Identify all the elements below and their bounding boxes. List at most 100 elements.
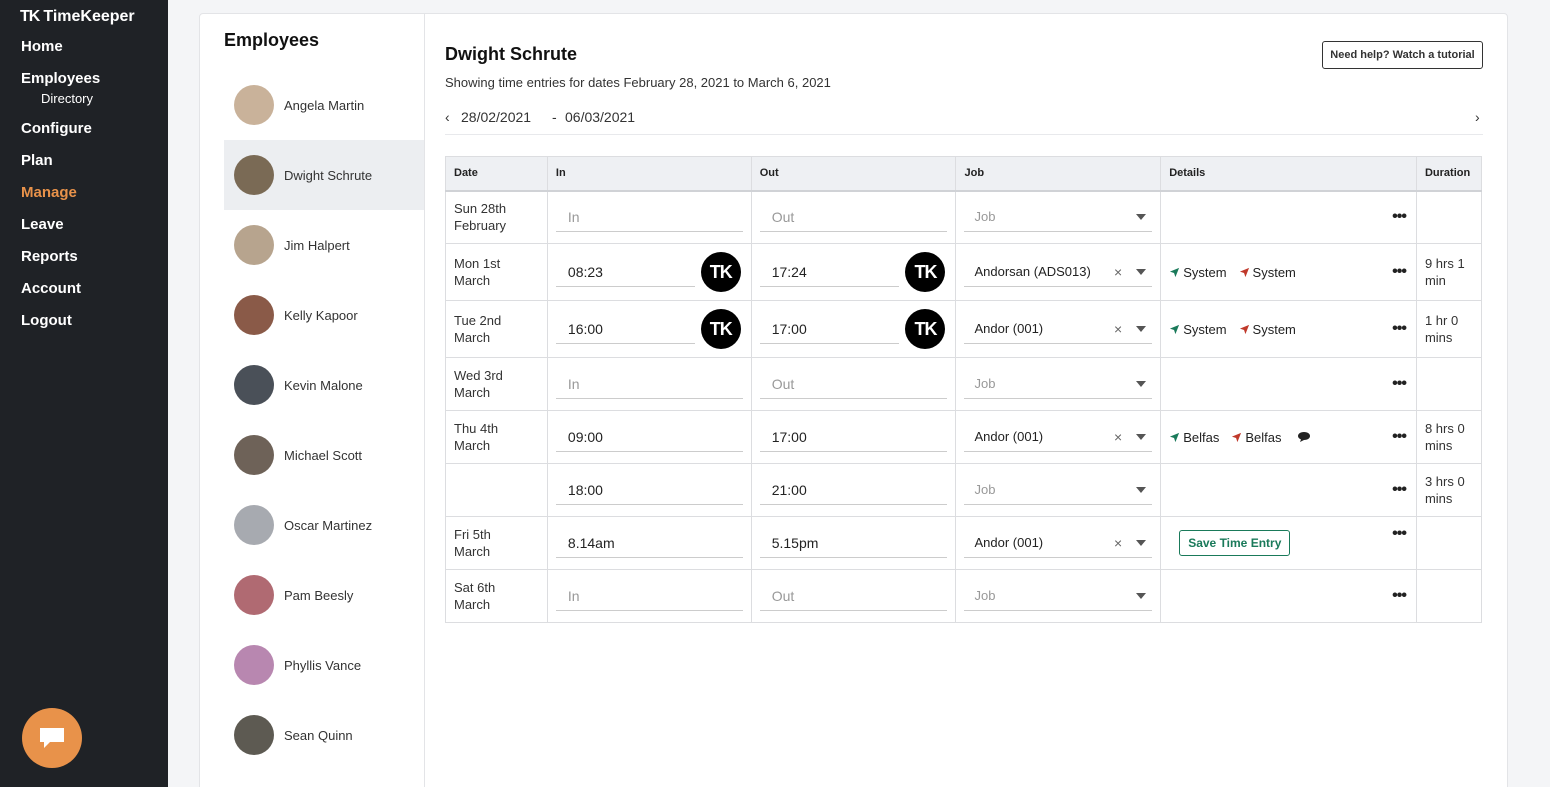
employee-list-item[interactable]: Pam Beesly <box>224 560 424 630</box>
next-week-chevron-icon[interactable]: › <box>1475 109 1480 125</box>
clock-out-field[interactable]: 17:24 <box>759 257 900 287</box>
job-cell: Job <box>955 569 1162 623</box>
job-select[interactable]: Andor (001) × <box>964 528 1153 558</box>
job-select[interactable]: Job <box>964 581 1153 611</box>
clock-out-location[interactable]: System <box>1239 322 1296 337</box>
details-content: ••• <box>1169 464 1408 516</box>
job-select[interactable]: Andor (001) × <box>964 422 1153 452</box>
clock-in-field[interactable]: 16:00 <box>555 314 695 344</box>
employee-list-item[interactable]: Sean Quinn <box>224 700 424 770</box>
date-line2: March <box>454 438 491 453</box>
clock-out-field[interactable]: Out <box>759 202 948 233</box>
employee-name: Oscar Martinez <box>284 517 373 533</box>
range-to-date[interactable]: 06/03/2021 <box>565 109 635 125</box>
clock-out-location[interactable]: Belfas <box>1231 430 1281 445</box>
table-row: Fri 5th March 8.14am 5.15pm Andor (001) × Save… <box>445 516 1483 570</box>
job-select[interactable]: Andor (001) × <box>964 314 1153 344</box>
date-range-bar: ‹ 28/02/2021 - 06/03/2021 › <box>445 105 1483 135</box>
more-options-icon[interactable]: ••• <box>1392 208 1407 226</box>
nav-reports[interactable]: Reports <box>21 246 100 278</box>
nav-leave[interactable]: Leave <box>21 214 100 246</box>
range-from-date[interactable]: 28/02/2021 <box>461 109 531 125</box>
date-line2: March <box>454 330 491 345</box>
in-cell: 09:00 <box>546 410 752 464</box>
employee-list-item[interactable]: Phyllis Vance <box>224 630 424 700</box>
location-arrow-icon <box>1239 267 1249 277</box>
details-content: ••• <box>1169 192 1408 244</box>
nav-account[interactable]: Account <box>21 278 100 310</box>
clear-job-icon[interactable]: × <box>1114 321 1122 337</box>
nav-plan[interactable]: Plan <box>21 150 100 182</box>
employee-list-item[interactable]: Michael Scott <box>224 420 424 490</box>
clock-in-field[interactable]: 08:23 <box>555 257 695 287</box>
more-options-icon[interactable]: ••• <box>1392 481 1407 499</box>
clock-out-field[interactable]: 21:00 <box>759 475 948 505</box>
more-options-icon[interactable]: ••• <box>1392 263 1407 281</box>
nav-directory[interactable]: Directory <box>41 92 100 118</box>
clock-out-field[interactable]: Out <box>759 581 948 611</box>
save-time-entry-button[interactable]: Save Time Entry <box>1179 530 1291 556</box>
clock-in-field[interactable]: In <box>555 202 743 233</box>
job-select[interactable]: Job <box>964 202 1153 233</box>
clock-out-value: 21:00 <box>771 481 807 498</box>
job-value: Andor (001) <box>974 535 1044 550</box>
date-cell: Thu 4th March <box>445 410 548 464</box>
clock-in-field[interactable]: In <box>555 369 743 399</box>
clock-in-field[interactable]: 09:00 <box>555 422 743 452</box>
chat-icon <box>40 728 64 748</box>
details-content: Save Time Entry ••• <box>1169 517 1408 569</box>
job-select[interactable]: Job <box>964 475 1153 505</box>
app-logo[interactable]: TK TimeKeeper <box>20 8 135 26</box>
details-cell: ••• <box>1160 463 1417 517</box>
chat-button[interactable] <box>22 708 82 768</box>
more-options-icon[interactable]: ••• <box>1392 375 1407 393</box>
duration-cell: 1 hr 0 mins <box>1415 300 1483 358</box>
table-row: 18:00 21:00 Job ••• 3 hrs 0 mins <box>445 463 1483 517</box>
job-select[interactable]: Job <box>964 369 1153 399</box>
employee-list-item[interactable]: Oscar Martinez <box>224 490 424 560</box>
nav-logout[interactable]: Logout <box>21 310 100 342</box>
nav-home[interactable]: Home <box>21 36 100 68</box>
date-line2: February <box>454 218 507 234</box>
more-options-icon[interactable]: ••• <box>1392 525 1407 543</box>
employee-list-item[interactable]: Jim Halpert <box>224 210 424 280</box>
clock-out-location[interactable]: System <box>1239 265 1296 280</box>
employee-list-item[interactable]: Angela Martin <box>224 70 424 140</box>
clear-job-icon[interactable]: × <box>1114 429 1122 445</box>
date-line2: March <box>454 385 491 400</box>
more-options-icon[interactable]: ••• <box>1392 428 1407 446</box>
clock-in-location[interactable]: System <box>1169 265 1227 280</box>
clock-in-field[interactable]: 18:00 <box>555 475 743 505</box>
header-out: Out <box>750 156 957 192</box>
more-options-icon[interactable]: ••• <box>1392 320 1407 338</box>
job-select[interactable]: Andorsan (ADS013) × <box>964 257 1153 287</box>
clock-out-field[interactable]: 17:00 <box>759 314 900 344</box>
clock-out-field[interactable]: 5.15pm <box>759 528 948 558</box>
employee-avatar <box>234 85 274 125</box>
clock-in-field[interactable]: 8.14am <box>555 528 743 558</box>
job-value: Andor (001) <box>974 429 1044 444</box>
clock-in-field[interactable]: In <box>555 581 743 611</box>
clock-out-field[interactable]: 17:00 <box>759 422 948 452</box>
prev-week-chevron-icon[interactable]: ‹ <box>445 109 450 125</box>
date-cell: Tue 2nd March <box>445 300 548 358</box>
employee-list-item[interactable]: Kevin Malone <box>224 350 424 420</box>
help-tutorial-button[interactable]: Need help? Watch a tutorial <box>1322 41 1483 69</box>
clock-in-location[interactable]: Belfas <box>1169 430 1219 445</box>
more-options-icon[interactable]: ••• <box>1392 587 1407 605</box>
clock-in-location[interactable]: System <box>1169 322 1227 337</box>
clear-job-icon[interactable]: × <box>1114 535 1122 551</box>
nav-manage[interactable]: Manage <box>21 182 100 214</box>
clear-job-icon[interactable]: × <box>1114 264 1122 280</box>
employee-list-item[interactable]: Kelly Kapoor <box>224 280 424 350</box>
in-cell: 8.14am <box>546 516 752 570</box>
comment-icon[interactable] <box>1297 431 1311 443</box>
clock-out-field[interactable]: Out <box>759 369 948 399</box>
clock-out-location-label: System <box>1252 264 1296 280</box>
nav-configure[interactable]: Configure <box>21 118 100 150</box>
employee-list-item[interactable]: Dwight Schrute <box>224 140 424 210</box>
job-value: Andor (001) <box>974 321 1044 336</box>
clock-in-value: 09:00 <box>567 428 603 445</box>
table-row: Tue 2nd March 16:00 TK 17:00 TK Andor (001) × Sy… <box>445 300 1483 358</box>
out-cell: 17:00 <box>750 410 957 464</box>
